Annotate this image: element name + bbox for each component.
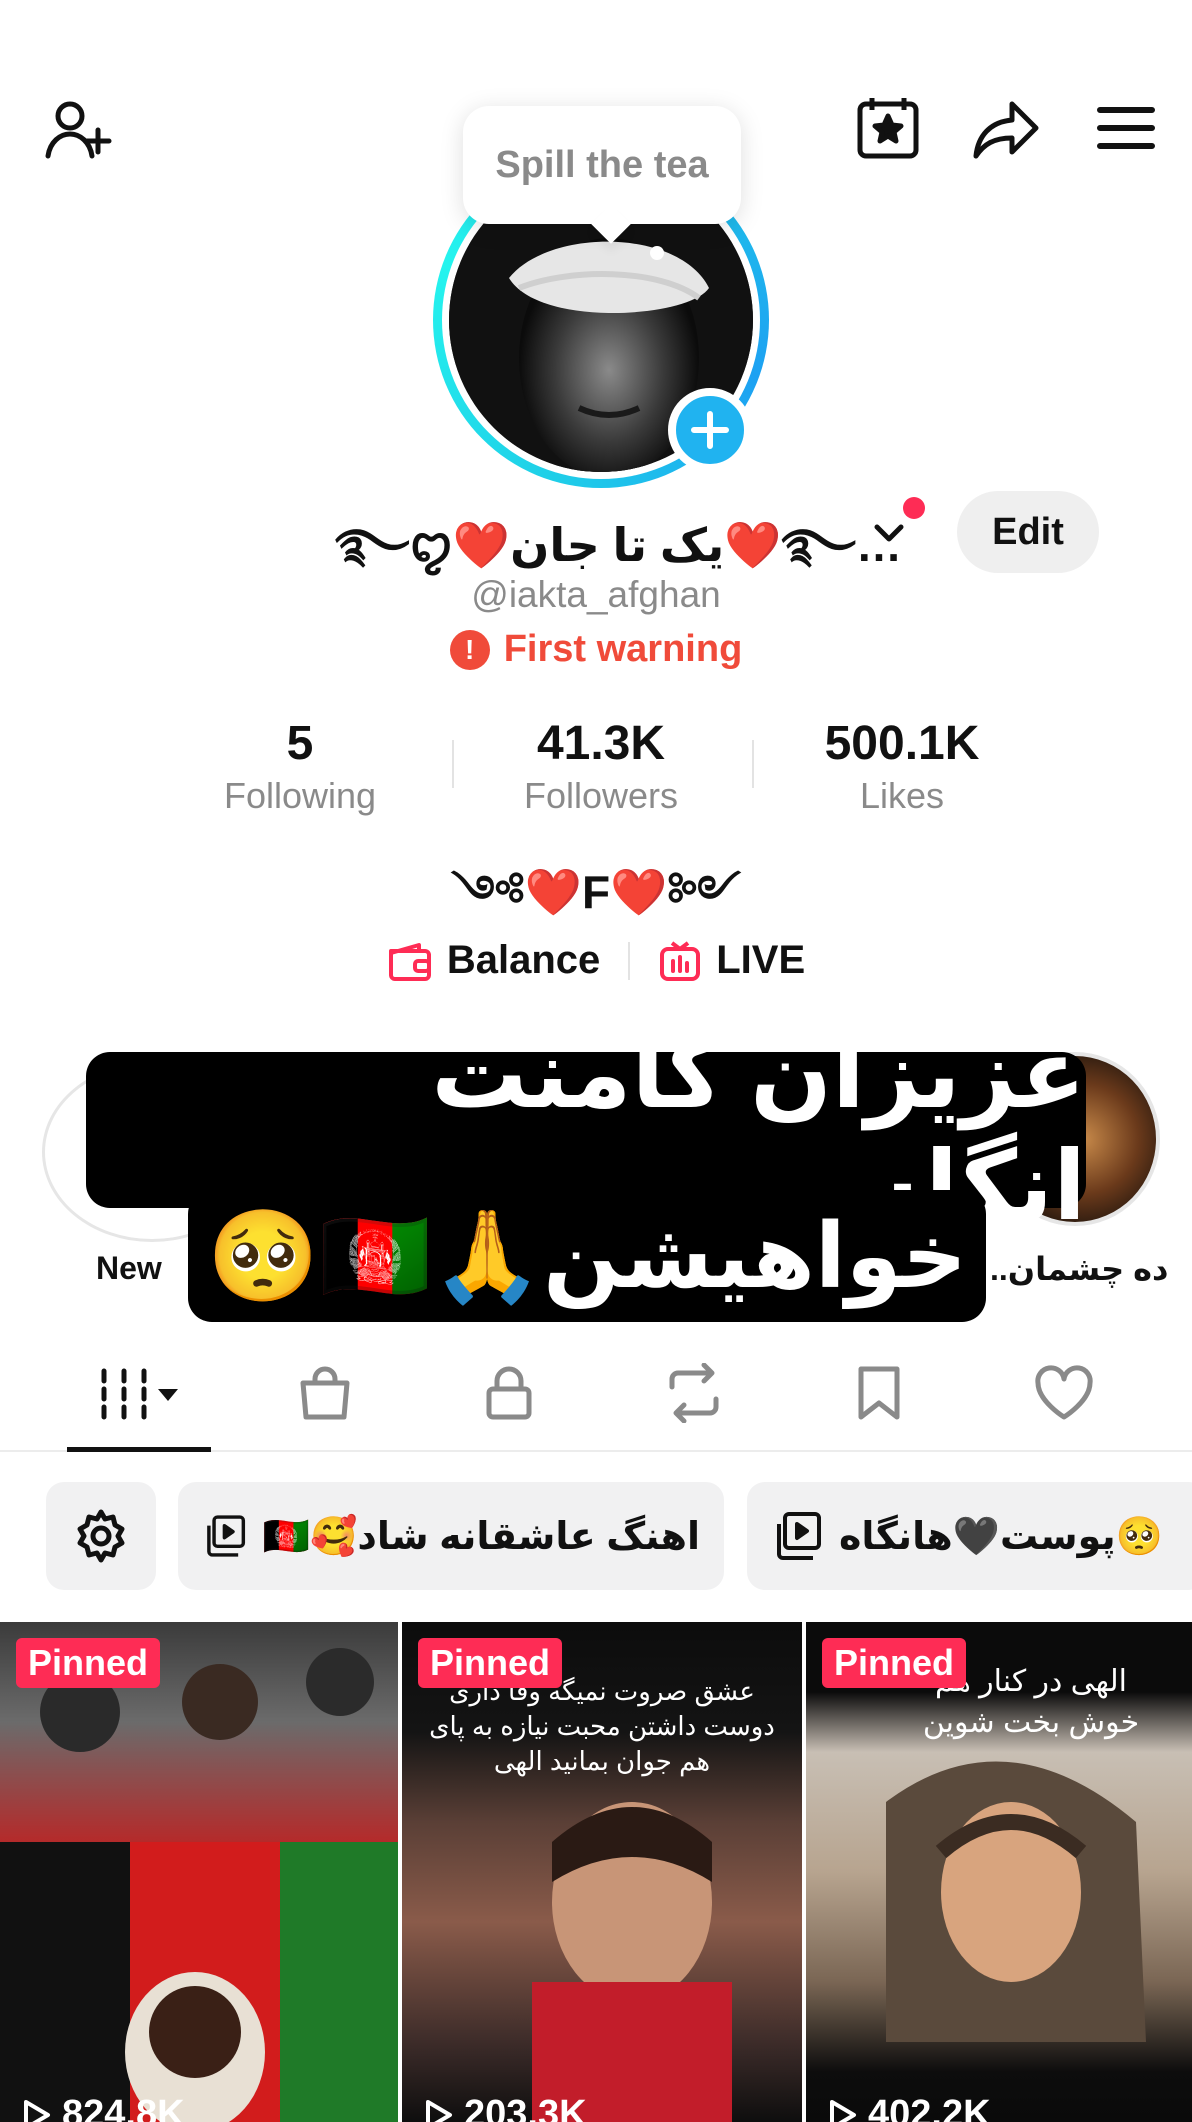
share-icon[interactable] <box>966 90 1046 170</box>
menu-icon[interactable] <box>1090 92 1162 164</box>
pinned-badge: Pinned <box>418 1638 563 1688</box>
playlist-chip-label: 🥺پوست🖤هانگاه <box>839 1515 1164 1558</box>
stat-label: Following <box>223 775 377 816</box>
add-friend-icon[interactable] <box>38 90 118 170</box>
notification-dot <box>903 497 925 519</box>
playlist-chip[interactable]: اهنگ عاشقانه شاد🥰🇦🇫 <box>178 1482 724 1590</box>
stat-followers[interactable]: 41.3K Followers <box>471 716 731 817</box>
stat-label: Followers <box>523 775 679 816</box>
tooltip-dot <box>650 246 664 260</box>
tab-liked[interactable] <box>1004 1358 1124 1428</box>
balance-link[interactable]: Balance <box>359 938 628 983</box>
playlist-chip[interactable]: 🥺پوست🖤هانگاه <box>747 1482 1192 1590</box>
tab-private[interactable] <box>449 1358 569 1428</box>
alert-icon: ! <box>449 629 490 670</box>
bookmark-icon <box>858 1366 900 1420</box>
stat-value: 5 <box>286 717 314 770</box>
heart-icon <box>1035 1365 1093 1420</box>
view-count-value: 824.8K <box>62 2093 185 2122</box>
grid-icon <box>101 1368 178 1420</box>
view-count: 203.3K <box>420 2093 587 2122</box>
wallet-icon <box>388 942 431 981</box>
stat-value: 500.1K <box>824 717 980 770</box>
play-icon <box>24 2099 50 2122</box>
edit-label: Edit <box>992 510 1064 553</box>
view-count-value: 402.2K <box>868 2093 991 2122</box>
stat-likes[interactable]: 500.1K Likes <box>772 716 1032 817</box>
username: @iakta_afghan <box>471 574 721 615</box>
live-label: LIVE <box>716 938 806 982</box>
tooltip-text: Spill the tea <box>495 143 709 186</box>
lock-icon <box>486 1366 532 1420</box>
stat-following[interactable]: 5 Following <box>170 716 430 817</box>
add-story-button[interactable] <box>668 388 752 472</box>
live-tv-icon <box>660 940 701 981</box>
profile-links: Balance LIVE <box>0 938 1192 983</box>
video-caption: عشق صروت نمیگه وفا داری دوست داشتن محبت … <box>429 1676 775 1777</box>
tab-reposts[interactable] <box>634 1358 754 1428</box>
video-thumbnail[interactable]: عشق صروت نمیگه وفا داری دوست داشتن محبت … <box>402 1622 802 2122</box>
highlight-label: ده چشمان.. <box>990 1251 1169 1287</box>
tooltip-bubble[interactable]: Spill the tea <box>463 106 741 224</box>
warning-banner[interactable]: ! First warning <box>0 628 1192 671</box>
view-count-value: 203.3K <box>464 2093 587 2122</box>
repost-icon <box>669 1363 719 1423</box>
overlay-caption-line2: خواهیشن🙏🇦🇫🥺 <box>188 1190 986 1322</box>
shopping-bag-icon <box>300 1366 350 1420</box>
view-count: 824.8K <box>18 2093 185 2122</box>
playlist-settings-button[interactable] <box>46 1482 156 1590</box>
content-tabs <box>0 1338 1192 1452</box>
gear-icon <box>77 1509 125 1563</box>
live-link[interactable]: LIVE <box>630 938 833 983</box>
edit-profile-button[interactable]: Edit <box>957 491 1099 573</box>
pinned-badge: Pinned <box>822 1638 967 1688</box>
tab-shop[interactable] <box>265 1358 385 1428</box>
playlist-icon <box>777 1512 821 1560</box>
balance-label: Balance <box>446 938 601 982</box>
stat-divider <box>452 740 454 788</box>
playlist-icon <box>207 1515 246 1557</box>
video-thumbnail[interactable]: Pinned 824.8K <box>0 1622 398 2122</box>
overlay-caption-line1: عزیزان کامنت انگلسی <box>86 1021 1086 1240</box>
playlist-chip-label: اهنگ عاشقانه شاد🥰🇦🇫 <box>262 1515 700 1558</box>
play-icon <box>426 2099 452 2122</box>
pinned-badge: Pinned <box>16 1638 161 1688</box>
stat-value: 41.3K <box>536 717 666 770</box>
view-count: 402.2K <box>824 2093 991 2122</box>
warning-text: First warning <box>503 628 743 670</box>
new-highlight-label: New <box>96 1250 162 1286</box>
chevron-down-icon[interactable] <box>868 512 910 554</box>
tab-videos[interactable] <box>80 1358 200 1428</box>
video-thumbnail[interactable]: الهی در کنار هم خوش بخت شوین Pinned 402.… <box>806 1622 1192 2122</box>
stat-label: Likes <box>859 775 945 816</box>
active-tab-indicator <box>67 1447 211 1452</box>
tab-saved[interactable] <box>819 1358 939 1428</box>
calendar-star-icon[interactable] <box>850 90 926 166</box>
play-icon <box>830 2099 856 2122</box>
stat-divider <box>752 740 754 788</box>
